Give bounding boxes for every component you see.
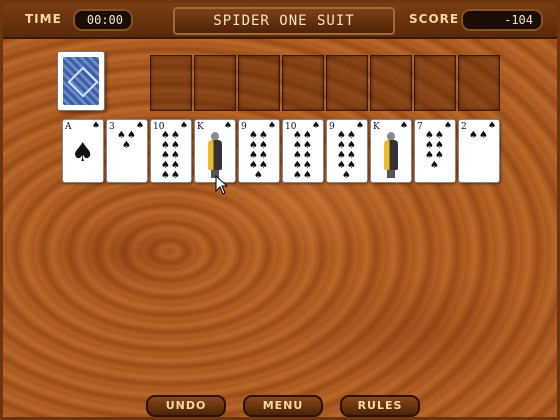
rules-button[interactable]: RULES: [340, 395, 420, 417]
spade-icon: ♠: [179, 121, 188, 131]
spade-icon: ♠: [399, 121, 408, 131]
card-pips: ♠♠ ♠: [117, 130, 137, 151]
undo-button[interactable]: UNDO: [146, 395, 226, 417]
tableau-card[interactable]: 3 ♠ ♠♠ ♠: [106, 119, 148, 183]
card-rank: K: [373, 122, 380, 132]
tableau-card[interactable]: K ♠: [370, 119, 412, 183]
spade-icon: ♠: [355, 121, 364, 131]
card-pips: ♠♠ ♠♠ ♠♠ ♠♠ ♠: [249, 130, 269, 181]
foundation-slot[interactable]: [150, 55, 192, 111]
king-figure-icon: [206, 132, 224, 178]
stock-pile[interactable]: [57, 51, 105, 111]
spade-icon: ♠: [91, 121, 100, 131]
tableau-card[interactable]: A ♠ ♠: [62, 119, 104, 183]
foundation-slot[interactable]: [326, 55, 368, 111]
tableau-card[interactable]: K ♠: [194, 119, 236, 183]
tableau-card[interactable]: 2 ♠ ♠♠: [458, 119, 500, 183]
card-pips: ♠♠ ♠♠ ♠♠ ♠♠ ♠♠: [293, 130, 313, 181]
foundation-slot[interactable]: [458, 55, 500, 111]
card-pips: ♠♠ ♠♠ ♠♠ ♠: [425, 130, 445, 171]
spade-icon: ♠: [135, 121, 144, 131]
ace-spade-icon: ♠: [71, 138, 95, 168]
card-pips: ♠♠ ♠♠ ♠♠ ♠♠ ♠♠: [161, 130, 181, 181]
spade-icon: ♠: [223, 121, 232, 131]
card-pips: ♠♠ ♠♠ ♠♠ ♠♠ ♠: [337, 130, 357, 181]
time-label: TIME: [25, 12, 62, 26]
tableau-card[interactable]: 10 ♠ ♠♠ ♠♠ ♠♠ ♠♠ ♠♠: [150, 119, 192, 183]
menu-button[interactable]: MENU: [243, 395, 323, 417]
tableau-card[interactable]: 10 ♠ ♠♠ ♠♠ ♠♠ ♠♠ ♠♠: [282, 119, 324, 183]
mouse-cursor-icon: [215, 175, 229, 195]
card-back-pattern: [63, 57, 99, 105]
game-table: TIME 00:00 SPIDER ONE SUIT SCORE -104 A ♠…: [0, 0, 560, 420]
spade-icon: ♠: [311, 121, 320, 131]
card-rank: K: [197, 122, 204, 132]
foundation-slot[interactable]: [238, 55, 280, 111]
spade-icon: ♠: [267, 121, 276, 131]
foundation-slot[interactable]: [194, 55, 236, 111]
game-title: SPIDER ONE SUIT: [173, 7, 395, 35]
tableau-card[interactable]: 7 ♠ ♠♠ ♠♠ ♠♠ ♠: [414, 119, 456, 183]
spade-icon: ♠: [487, 121, 496, 131]
score-value: -104: [461, 9, 543, 31]
tableau-card[interactable]: 9 ♠ ♠♠ ♠♠ ♠♠ ♠♠ ♠: [238, 119, 280, 183]
king-figure-icon: [382, 132, 400, 178]
card-rank: A: [65, 122, 72, 132]
tableau-card[interactable]: 9 ♠ ♠♠ ♠♠ ♠♠ ♠♠ ♠: [326, 119, 368, 183]
card-pips: ♠♠: [469, 130, 489, 141]
foundation-slot[interactable]: [370, 55, 412, 111]
spade-icon: ♠: [443, 121, 452, 131]
foundation-slot[interactable]: [282, 55, 324, 111]
score-label: SCORE: [409, 12, 460, 26]
time-value: 00:00: [73, 9, 133, 31]
foundation-slot[interactable]: [414, 55, 456, 111]
top-bar: TIME 00:00 SPIDER ONE SUIT SCORE -104: [3, 3, 557, 39]
